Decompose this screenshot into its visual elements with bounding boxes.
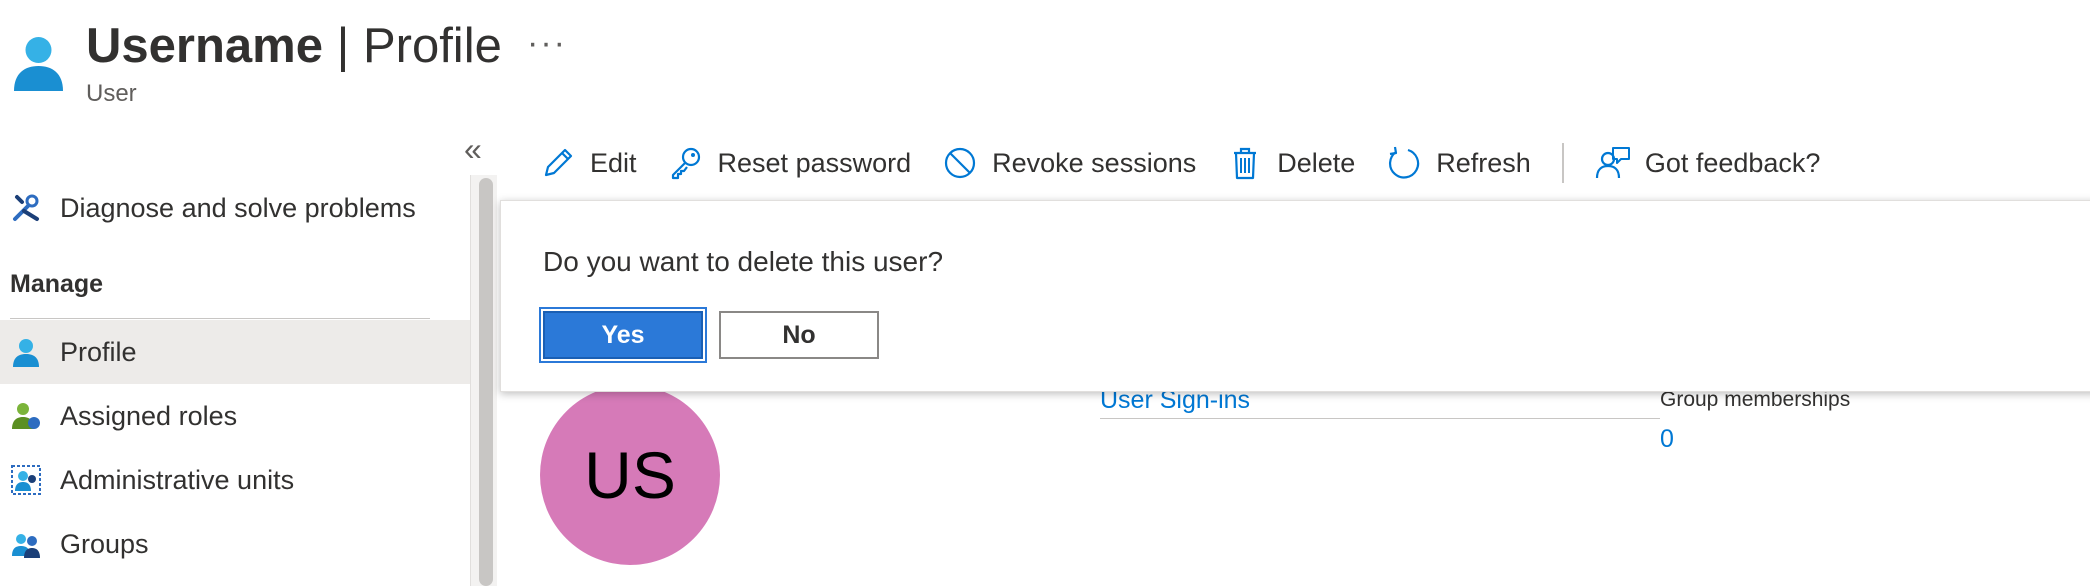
edit-button[interactable]: Edit — [540, 145, 637, 181]
edit-label: Edit — [590, 147, 637, 178]
delete-button[interactable]: Delete — [1227, 145, 1355, 181]
feedback-label: Got feedback? — [1644, 147, 1821, 178]
group-memberships-count[interactable]: 0 — [1660, 425, 1674, 454]
yes-button[interactable]: Yes — [539, 307, 707, 363]
key-icon — [671, 147, 700, 180]
assigned-roles-icon — [12, 403, 40, 429]
no-button[interactable]: No — [719, 311, 879, 359]
sidebar-item-label: Groups — [60, 528, 149, 559]
sidebar-item-label: Assigned roles — [60, 400, 238, 431]
refresh-label: Refresh — [1436, 147, 1531, 178]
section-heading-manage: Manage — [10, 270, 104, 298]
toolbar-divider — [1561, 143, 1564, 183]
title-page: Profile — [362, 19, 502, 73]
reset-password-button[interactable]: Reset password — [668, 145, 912, 181]
tools-icon — [13, 194, 39, 221]
user-icon — [14, 37, 63, 91]
signins-divider — [1100, 418, 1660, 419]
revoke-sessions-label: Revoke sessions — [992, 147, 1197, 178]
sidebar-item-label: Diagnose and solve problems — [60, 192, 416, 223]
refresh-button[interactable]: Refresh — [1386, 145, 1531, 181]
sidebar-item-label: Administrative units — [60, 464, 295, 495]
section-divider — [10, 318, 430, 319]
trash-icon — [1234, 147, 1257, 180]
sidebar-item-profile[interactable]: Profile — [0, 320, 470, 384]
page-header: Username | Profile ··· User — [0, 0, 2090, 135]
sidebar-item-label: Profile — [60, 336, 137, 367]
title-separator: | — [322, 19, 363, 73]
admin-units-icon — [11, 465, 41, 495]
sidebar-item-diagnose[interactable]: Diagnose and solve problems — [0, 176, 470, 240]
sidebar-item-groups[interactable]: Groups — [0, 512, 470, 576]
refresh-icon — [1389, 146, 1420, 179]
more-options-button[interactable]: ··· — [527, 24, 567, 63]
block-icon — [945, 147, 976, 179]
feedback-button[interactable]: Got feedback? — [1595, 145, 1821, 181]
user-icon — [13, 339, 39, 367]
feedback-icon — [1595, 147, 1630, 179]
sidebar-scrollbar-thumb[interactable] — [479, 178, 493, 586]
delete-label: Delete — [1277, 147, 1356, 178]
groups-icon — [12, 534, 40, 558]
page-subtitle: User — [86, 80, 137, 107]
revoke-sessions-button[interactable]: Revoke sessions — [942, 145, 1196, 181]
dialog-message: Do you want to delete this user? — [543, 246, 944, 277]
pencil-icon — [544, 148, 573, 177]
delete-confirmation-dialog: Do you want to delete this user? Yes No — [500, 200, 2090, 392]
reset-password-label: Reset password — [717, 147, 912, 178]
page-title: Username | Profile — [86, 16, 502, 76]
sidebar-item-administrative-units[interactable]: Administrative units — [0, 448, 470, 512]
sidebar-item-assigned-roles[interactable]: Assigned roles — [0, 384, 470, 448]
avatar: US — [540, 385, 720, 565]
command-bar: Edit Reset password Revoke sessions Dele… — [540, 133, 1851, 193]
title-username: Username — [86, 19, 323, 73]
